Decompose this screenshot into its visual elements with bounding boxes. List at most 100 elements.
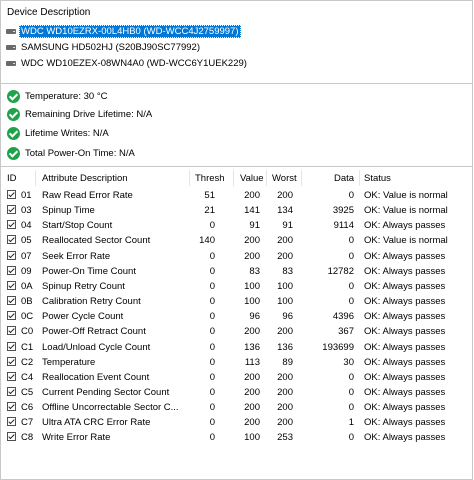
column-header-attribute[interactable]: Attribute Description bbox=[42, 170, 128, 186]
row-checkbox[interactable] bbox=[7, 341, 16, 351]
cell-id: 01 bbox=[21, 190, 32, 201]
cell-data: 0 bbox=[348, 280, 354, 292]
row-checkbox[interactable] bbox=[7, 280, 16, 290]
cell-value: 141 bbox=[244, 205, 260, 217]
drive-item-1[interactable]: WDC WD10EZRX-00L4HB0 (WD-WCC4J2759997) bbox=[6, 24, 241, 39]
drive-label: SAMSUNG HD502HJ (S20BJ90SC77992) bbox=[21, 42, 200, 53]
row-checkbox[interactable] bbox=[7, 265, 16, 275]
row-checkbox[interactable] bbox=[7, 356, 16, 366]
cell-value: 91 bbox=[249, 220, 260, 232]
cell-attribute: Spinup Time bbox=[42, 205, 95, 217]
cell-status: OK: Always passes bbox=[364, 311, 446, 323]
cell-attribute: Offline Uncorrectable Sector C... bbox=[42, 402, 179, 414]
cell-thresh: 0 bbox=[209, 371, 215, 383]
smart-attributes-table[interactable]: ID Attribute Description Thresh Value Wo… bbox=[0, 167, 473, 480]
column-header-status[interactable]: Status bbox=[364, 170, 391, 186]
cell-worst: 136 bbox=[277, 341, 293, 353]
row-checkbox[interactable] bbox=[7, 402, 16, 412]
cell-worst: 200 bbox=[277, 402, 293, 414]
row-checkbox[interactable] bbox=[7, 432, 16, 442]
column-header-thresh[interactable]: Thresh bbox=[195, 170, 225, 186]
cell-status: OK: Always passes bbox=[364, 326, 446, 338]
cell-value: 200 bbox=[244, 326, 260, 338]
column-header-value[interactable]: Value bbox=[240, 170, 264, 186]
cell-value: 83 bbox=[249, 265, 260, 277]
cell-value: 200 bbox=[244, 235, 260, 247]
cell-worst: 200 bbox=[277, 190, 293, 201]
cell-worst: 91 bbox=[282, 220, 293, 232]
cell-status: OK: Value is normal bbox=[364, 205, 448, 217]
row-checkbox[interactable] bbox=[7, 190, 16, 199]
cell-attribute: Seek Error Rate bbox=[42, 250, 111, 262]
cell-status: OK: Always passes bbox=[364, 220, 446, 232]
cell-value: 200 bbox=[244, 371, 260, 383]
column-divider bbox=[233, 170, 234, 186]
table-row[interactable]: C7 Ultra ATA CRC Error Rate 0 200 200 1 OK: Al… bbox=[1, 415, 472, 430]
status-text: Lifetime Writes: N/A bbox=[25, 128, 109, 139]
drive-label: WDC WD10EZEX-08WN4A0 (WD-WCC6Y1UEK229) bbox=[21, 58, 247, 69]
cell-thresh: 0 bbox=[209, 386, 215, 398]
table-row[interactable]: C0 Power-Off Retract Count 0 200 200 367 OK: A… bbox=[1, 324, 472, 339]
cell-thresh: 140 bbox=[199, 235, 215, 247]
table-row[interactable]: 03 Spinup Time 21 141 134 3925 OK: Value is no… bbox=[1, 203, 472, 218]
cell-id: C6 bbox=[21, 402, 34, 414]
cell-data: 12782 bbox=[327, 265, 354, 277]
column-header-data[interactable]: Data bbox=[334, 170, 354, 186]
cell-id: C5 bbox=[21, 386, 34, 398]
cell-data: 193699 bbox=[322, 341, 354, 353]
cell-value: 200 bbox=[244, 250, 260, 262]
row-checkbox[interactable] bbox=[7, 417, 16, 427]
row-checkbox[interactable] bbox=[7, 220, 16, 230]
table-row[interactable]: C5 Current Pending Sector Count 0 200 200 0 OK… bbox=[1, 385, 472, 400]
hard-drive-icon bbox=[6, 28, 16, 35]
table-row[interactable]: 0B Calibration Retry Count 0 100 100 0 OK: Alw… bbox=[1, 294, 472, 309]
row-checkbox[interactable] bbox=[7, 371, 16, 381]
cell-attribute: Raw Read Error Rate bbox=[42, 190, 133, 201]
table-row[interactable]: 04 Start/Stop Count 0 91 91 9114 OK: Always pa… bbox=[1, 218, 472, 233]
cell-status: OK: Always passes bbox=[364, 280, 446, 292]
cell-status: OK: Always passes bbox=[364, 432, 446, 444]
column-header-id[interactable]: ID bbox=[7, 170, 17, 186]
table-row[interactable]: C8 Write Error Rate 0 100 253 0 OK: Always pas… bbox=[1, 430, 472, 445]
table-row[interactable]: C6 Offline Uncorrectable Sector C... 0 200 2… bbox=[1, 400, 472, 415]
cell-thresh: 0 bbox=[209, 250, 215, 262]
cell-status: OK: Always passes bbox=[364, 341, 446, 353]
table-row[interactable]: 05 Reallocated Sector Count 140 200 200 0 OK: … bbox=[1, 233, 472, 248]
table-row[interactable]: C1 Load/Unload Cycle Count 0 136 136 193699 OK… bbox=[1, 340, 472, 355]
column-divider bbox=[189, 170, 190, 186]
cell-value: 200 bbox=[244, 386, 260, 398]
cell-value: 113 bbox=[244, 356, 260, 368]
cell-id: 04 bbox=[21, 220, 32, 232]
table-row[interactable]: C2 Temperature 0 113 89 30 OK: Always passes bbox=[1, 355, 472, 370]
drive-item-2[interactable]: SAMSUNG HD502HJ (S20BJ90SC77992) bbox=[6, 40, 202, 55]
cell-attribute: Power Cycle Count bbox=[42, 311, 124, 323]
row-checkbox[interactable] bbox=[7, 250, 16, 260]
cell-data: 9114 bbox=[333, 220, 354, 232]
row-checkbox[interactable] bbox=[7, 235, 16, 245]
cell-attribute: Start/Stop Count bbox=[42, 220, 113, 232]
column-divider bbox=[35, 170, 36, 186]
cell-attribute: Current Pending Sector Count bbox=[42, 386, 170, 398]
cell-thresh: 0 bbox=[209, 356, 215, 368]
cell-attribute: Spinup Retry Count bbox=[42, 280, 125, 292]
cell-value: 100 bbox=[244, 432, 260, 444]
row-checkbox[interactable] bbox=[7, 205, 16, 215]
table-row[interactable]: 09 Power-On Time Count 0 83 83 12782 OK: Alway… bbox=[1, 264, 472, 279]
cell-data: 0 bbox=[348, 371, 354, 383]
drive-item-3[interactable]: WDC WD10EZEX-08WN4A0 (WD-WCC6Y1UEK229) bbox=[6, 56, 249, 71]
table-row[interactable]: 0A Spinup Retry Count 0 100 100 0 OK: Always p… bbox=[1, 279, 472, 294]
cell-attribute: Calibration Retry Count bbox=[42, 296, 141, 308]
cell-attribute: Power-On Time Count bbox=[42, 265, 136, 277]
cell-worst: 200 bbox=[277, 326, 293, 338]
column-header-worst[interactable]: Worst bbox=[272, 170, 297, 186]
row-checkbox[interactable] bbox=[7, 386, 16, 396]
table-row[interactable]: C4 Reallocation Event Count 0 200 200 0 OK: Al… bbox=[1, 370, 472, 385]
row-checkbox[interactable] bbox=[7, 326, 16, 336]
row-checkbox[interactable] bbox=[7, 311, 16, 321]
cell-worst: 100 bbox=[277, 280, 293, 292]
ok-check-icon bbox=[7, 90, 20, 103]
table-row[interactable]: 01 Raw Read Error Rate 51 200 200 0 OK: Value … bbox=[1, 188, 472, 203]
table-row[interactable]: 07 Seek Error Rate 0 200 200 0 OK: Always pass… bbox=[1, 249, 472, 264]
row-checkbox[interactable] bbox=[7, 296, 16, 306]
table-row[interactable]: 0C Power Cycle Count 0 96 96 4396 OK: Always p… bbox=[1, 309, 472, 324]
